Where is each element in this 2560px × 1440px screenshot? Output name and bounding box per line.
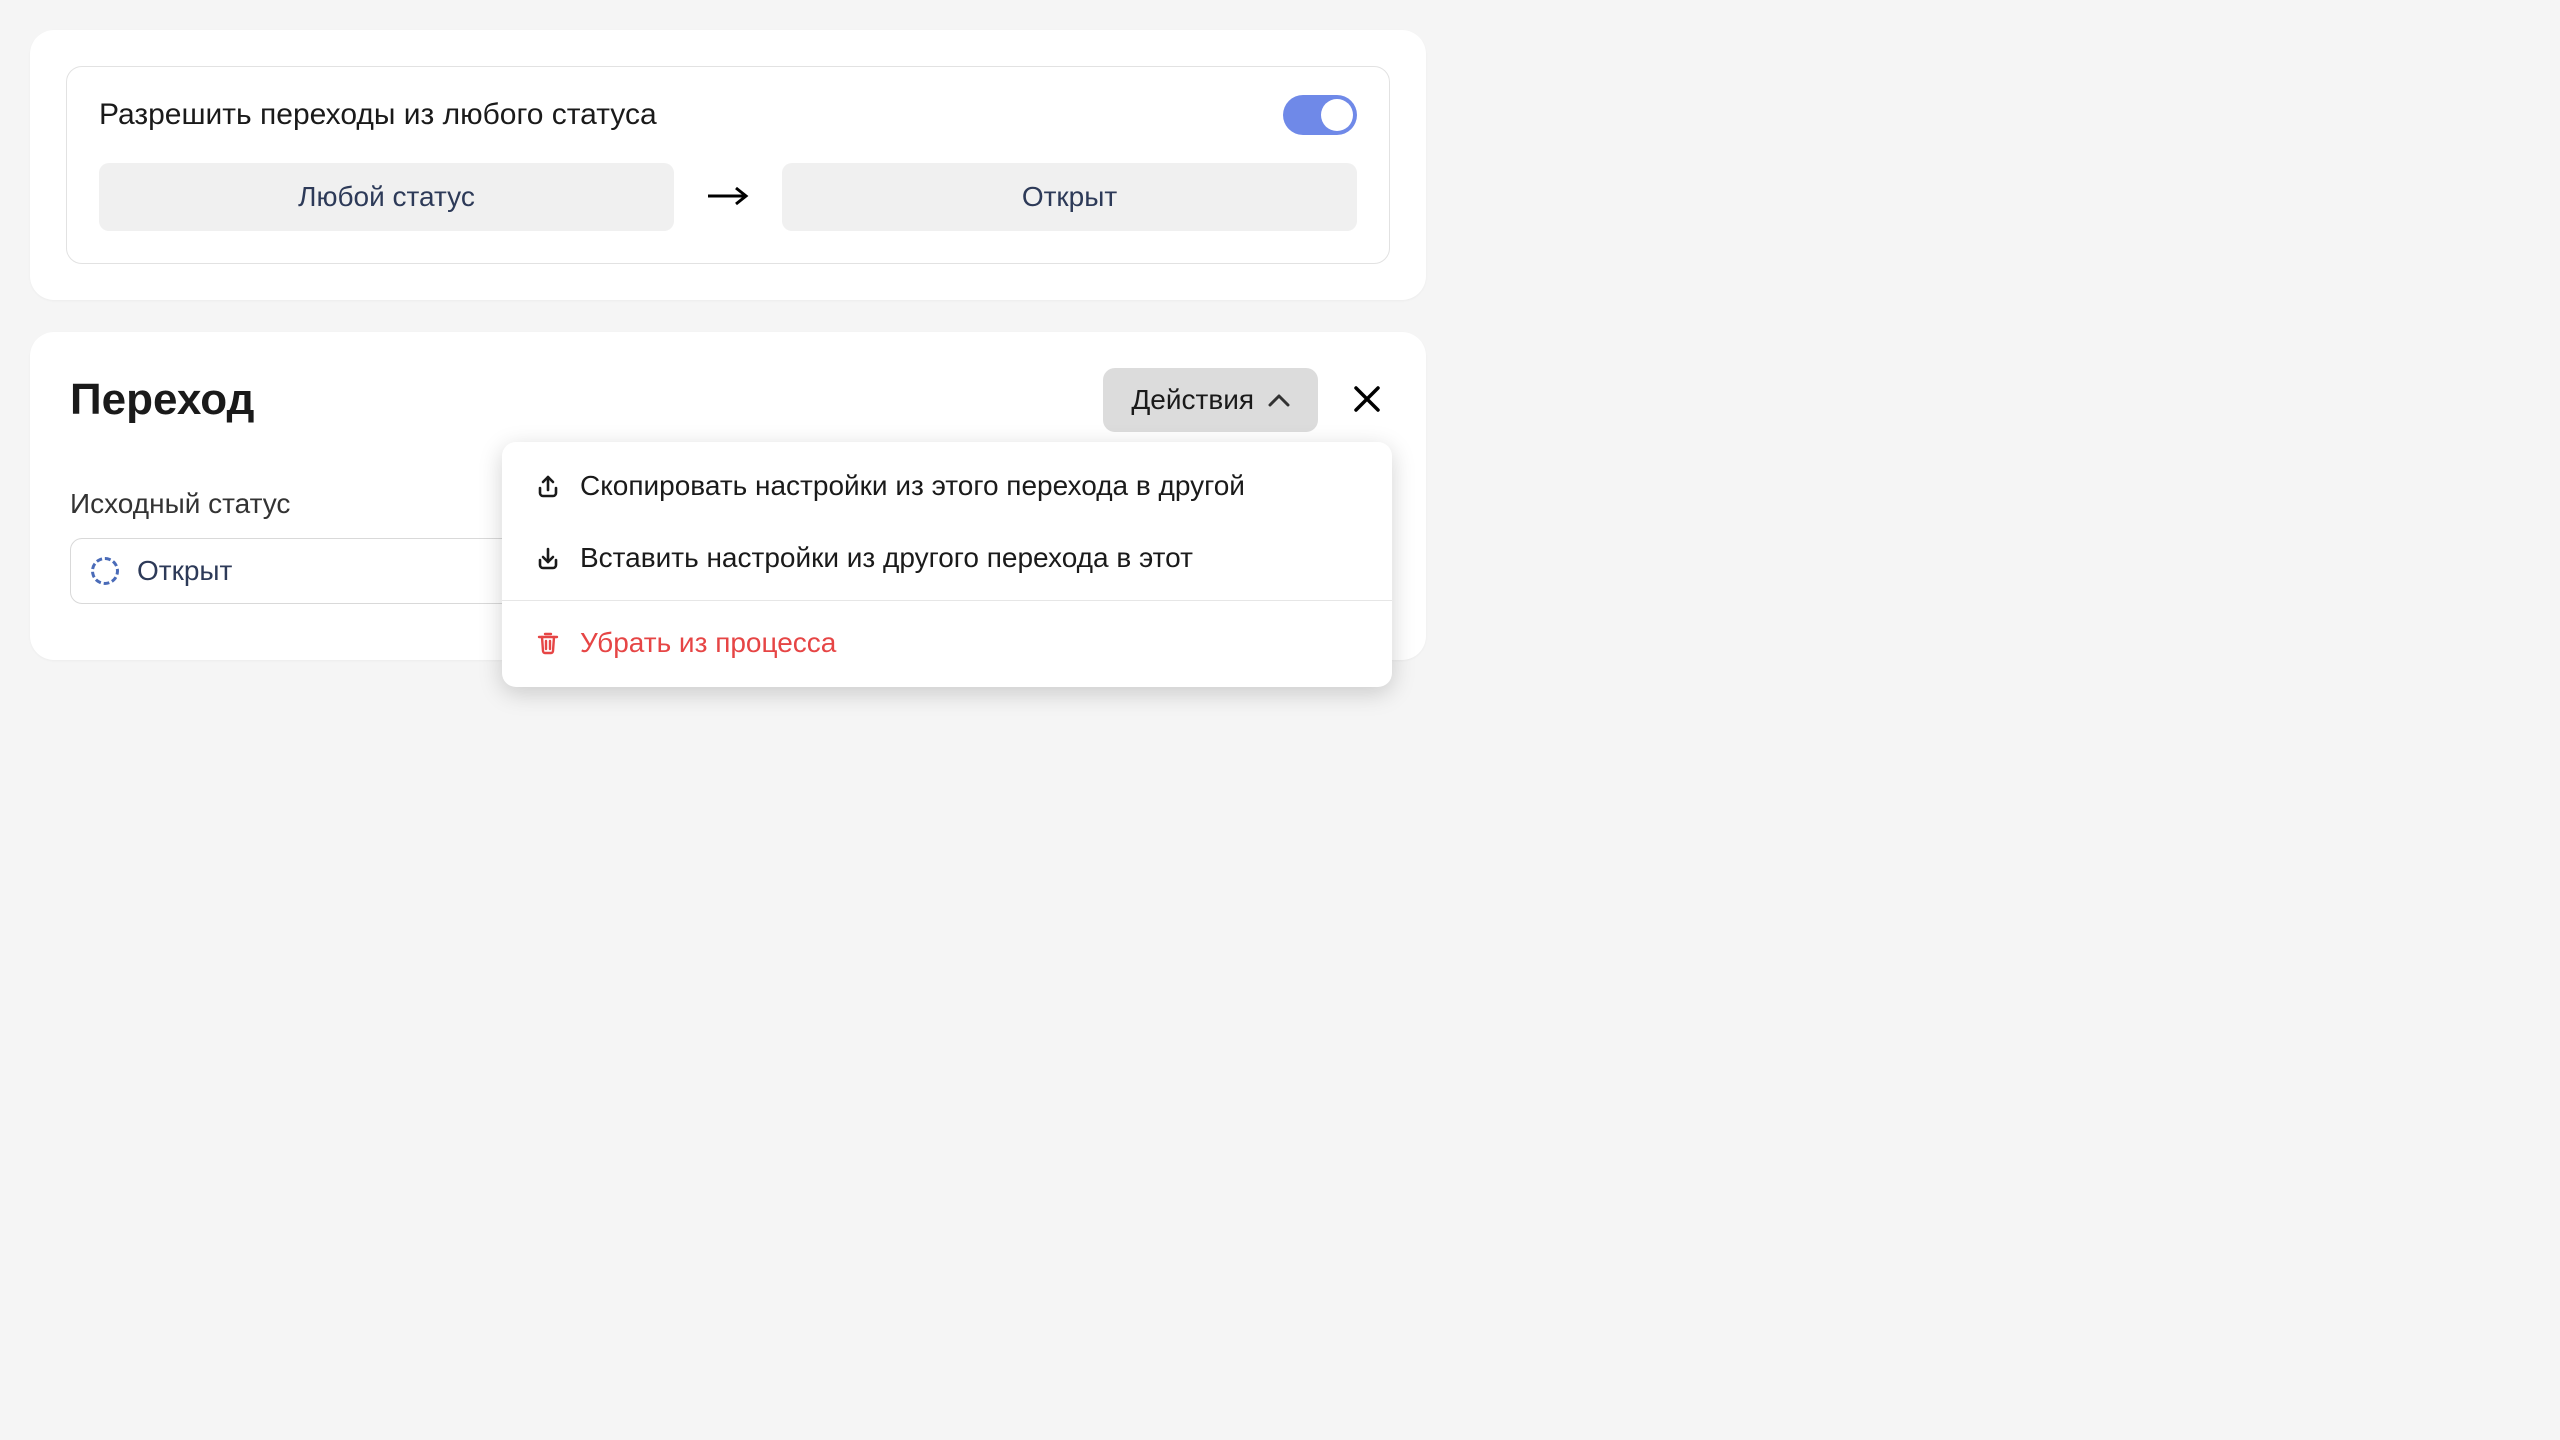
menu-item-copy-label: Скопировать настройки из этого перехода … [580, 470, 1245, 502]
status-flow-row: Любой статус Открыт [99, 163, 1357, 231]
chevron-up-icon [1268, 393, 1290, 407]
toggle-knob [1321, 99, 1353, 131]
header-right: Действия [1103, 368, 1386, 432]
download-icon [534, 544, 562, 572]
actions-dropdown: Скопировать настройки из этого перехода … [502, 442, 1392, 687]
menu-item-remove[interactable]: Убрать из процесса [502, 607, 1392, 679]
dropdown-divider [502, 600, 1392, 601]
actions-button[interactable]: Действия [1103, 368, 1318, 432]
allow-transitions-toggle[interactable] [1283, 95, 1357, 135]
allow-transitions-label: Разрешить переходы из любого статуса [99, 98, 657, 132]
from-status-pill: Любой статус [99, 163, 674, 231]
to-status-pill: Открыт [782, 163, 1357, 231]
transition-title: Переход [70, 375, 254, 425]
source-status-value: Открыт [137, 555, 232, 587]
allow-transitions-box: Разрешить переходы из любого статуса Люб… [66, 66, 1390, 264]
transition-header: Переход Действия [70, 368, 1386, 432]
close-icon [1352, 384, 1382, 414]
select-value-wrap: Открыт [91, 555, 232, 587]
close-button[interactable] [1348, 380, 1386, 421]
allow-row: Разрешить переходы из любого статуса [99, 95, 1357, 135]
upload-icon [534, 472, 562, 500]
menu-item-paste-settings[interactable]: Вставить настройки из другого перехода в… [502, 522, 1392, 594]
trash-icon [534, 629, 562, 657]
from-status-text: Любой статус [298, 181, 475, 212]
arrow-right-icon [698, 178, 758, 217]
to-status-text: Открыт [1022, 181, 1117, 212]
menu-item-remove-label: Убрать из процесса [580, 627, 836, 659]
menu-item-copy-settings[interactable]: Скопировать настройки из этого перехода … [502, 450, 1392, 522]
transition-card: Переход Действия [30, 332, 1426, 660]
status-open-icon [91, 557, 119, 585]
menu-item-paste-label: Вставить настройки из другого перехода в… [580, 542, 1193, 574]
allow-transitions-card: Разрешить переходы из любого статуса Люб… [30, 30, 1426, 300]
actions-button-label: Действия [1131, 384, 1254, 416]
